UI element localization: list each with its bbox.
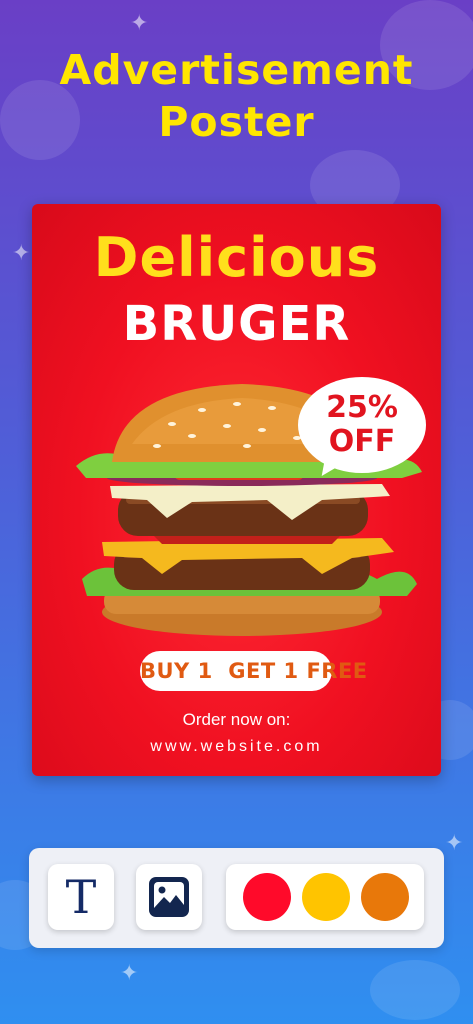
- offer-label[interactable]: BUY 1 GET 1 FREE: [140, 651, 367, 691]
- poster-title-line-1[interactable]: Delicious: [32, 226, 441, 289]
- heading-line-1: Advertisement: [59, 46, 414, 94]
- background-bokeh: [370, 960, 460, 1020]
- editor-toolbar: T: [29, 848, 444, 948]
- sparkle-icon: ✦: [130, 10, 149, 35]
- page-heading: Advertisement Poster: [0, 44, 473, 148]
- poster-title-line-2[interactable]: BRUGER: [32, 296, 441, 352]
- heading-line-2: Poster: [158, 98, 315, 146]
- discount-badge[interactable]: 25% OFF: [298, 377, 426, 473]
- discount-percent: 25%: [326, 390, 398, 425]
- discount-off: OFF: [328, 424, 396, 459]
- color-swatch-yellow[interactable]: [302, 873, 350, 921]
- sparkle-icon: ✦: [12, 240, 31, 265]
- sparkle-icon: ✦: [445, 830, 464, 855]
- poster-canvas[interactable]: Delicious BRUGER 25% OFF BUY 1 GET 1 FRE…: [32, 204, 441, 776]
- color-palette: [226, 864, 424, 930]
- color-swatch-red[interactable]: [243, 873, 291, 921]
- image-icon: [149, 877, 189, 917]
- sparkle-icon: ✦: [120, 960, 139, 985]
- image-tool-button[interactable]: [136, 864, 202, 930]
- text-tool-button[interactable]: T: [48, 864, 114, 930]
- text-icon: T: [65, 870, 97, 924]
- website-text[interactable]: www.website.com: [32, 738, 441, 756]
- order-text[interactable]: Order now on:: [32, 710, 441, 730]
- color-swatch-orange[interactable]: [361, 873, 409, 921]
